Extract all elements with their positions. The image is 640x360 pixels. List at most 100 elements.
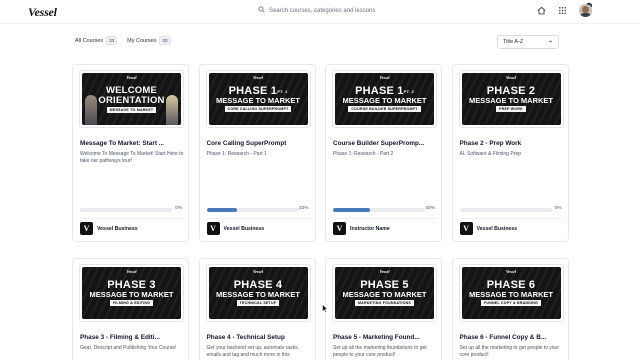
course-grid: Vessel WELCOME ORIENTATION MESSAGE TO MA… [72,64,569,360]
course-thumbnail: Vessel PHASE 1PT. 1 MESSAGE TO MARKET CO… [205,70,311,128]
course-title: Course Builder SuperPromp... [333,140,425,147]
course-thumbnail: Vessel PHASE 2 MESSAGE TO MARKET PREP WO… [458,70,564,128]
thumb-tag: TECHNICAL SETUP [236,300,280,306]
progress-bar [80,208,172,212]
thumb-brand: Vessel [253,75,263,80]
presenter-figure [85,95,97,125]
search-input[interactable]: Search courses, categories and lessons [269,8,375,14]
course-card[interactable]: Vessel PHASE 1PT. 2 MESSAGE TO MARKET CO… [325,64,442,242]
thumb-tag: COURSE BUILDER SUPERPROMPT [348,106,421,112]
filter-all-label: All Courses [75,37,104,44]
progress-fill [333,208,370,212]
progress-percent: 40% [425,206,435,211]
course-card[interactable]: Vessel WELCOME ORIENTATION MESSAGE TO MA… [72,64,189,242]
course-card[interactable]: Vessel PHASE 6 MESSAGE TO MARKET FUNNEL … [451,258,569,360]
thumb-tag: MARKETING FOUNDATIONS [354,300,415,306]
course-filters: All Courses 33 My Courses 33 [75,36,171,45]
course-thumbnail: Vessel PHASE 5 MESSAGE TO MARKET MARKETI… [332,264,437,322]
author-name: Vessel Business [476,225,518,232]
progress-percent: 0% [554,206,562,211]
thumb-tag: CORE CALLING SUPERPROMPT [224,106,292,112]
chevron-down-icon [548,39,553,46]
thumb-part: PT. 2 [403,89,414,94]
thumb-tag: FILMING & EDITING [109,300,154,306]
thumb-subhead: MESSAGE TO MARKET [342,96,427,105]
course-title: Phase 6 - Funnel Copy & B... [459,334,547,341]
brand-logo[interactable]: Vessel [28,5,57,20]
thumbnail-image: Vessel PHASE 4 MESSAGE TO MARKET TECHNIC… [208,267,308,319]
course-author: V Vessel Business [80,218,184,235]
author-logo-icon: V [459,222,473,235]
course-card[interactable]: Vessel PHASE 5 MESSAGE TO MARKET MARKETI… [325,258,442,360]
thumb-subhead: MESSAGE TO MARKET [89,290,174,299]
thumb-part: PT. 1 [277,89,288,94]
course-card[interactable]: Vessel PHASE 1PT. 1 MESSAGE TO MARKET CO… [198,64,316,242]
filter-all-courses[interactable]: All Courses 33 [75,36,118,45]
course-title: Phase 2 - Prep Work [459,140,522,147]
course-title: Phase 3 - Filming & Editi... [80,334,160,341]
filter-my-label: My Courses [127,37,157,44]
course-description: Set up all the marketing to get people t… [459,345,560,358]
author-name: Instructor Name [350,225,390,232]
search-icon [258,6,265,15]
thumbnail-image: Vessel PHASE 1PT. 1 MESSAGE TO MARKET CO… [208,73,308,125]
top-bar: Vessel Search courses, categories and le… [0,0,640,24]
thumbnail-image: Vessel PHASE 2 MESSAGE TO MARKET PREP WO… [461,73,561,125]
thumb-subhead: MESSAGE TO MARKET [468,96,554,105]
thumb-brand: Vessel [379,75,390,80]
progress-bar [459,208,552,212]
thumb-tag: PREP WORK [496,106,526,112]
course-thumbnail: Vessel PHASE 1PT. 2 MESSAGE TO MARKET CO… [332,70,437,128]
course-title: Core Calling SuperPrompt [206,140,287,147]
course-author: V Vessel Business [459,218,564,235]
course-description: Phase 1: Research - Part 1 [206,151,267,157]
course-card[interactable]: Vessel PHASE 2 MESSAGE TO MARKET PREP WO… [451,64,569,242]
thumb-tag: FUNNEL COPY & BRANDING [481,300,541,306]
course-description: Get your backend set up, automate tasks,… [206,345,300,358]
search-bar[interactable]: Search courses, categories and lessons [258,6,375,15]
progress-percent: 0% [175,206,182,211]
course-thumbnail: Vessel PHASE 3 MESSAGE TO MARKET FILMING… [79,264,184,322]
course-title: Phase 4 - Technical Setup [206,334,285,341]
thumbnail-image: Vessel PHASE 3 MESSAGE TO MARKET FILMING… [82,267,181,319]
course-description: Phase 1: Research - Part 2 [333,151,394,157]
course-description: AI, Software & Filming Prep [459,151,521,157]
avatar-face [582,6,589,13]
mouse-cursor-icon [322,304,328,313]
course-card[interactable]: Vessel PHASE 3 MESSAGE TO MARKET FILMING… [72,258,189,360]
thumb-brand: Vessel [506,75,516,80]
course-card[interactable]: Vessel PHASE 4 MESSAGE TO MARKET TECHNIC… [198,258,316,360]
filter-all-count: 33 [106,36,118,45]
thumbnail-image: Vessel PHASE 5 MESSAGE TO MARKET MARKETI… [335,267,434,319]
thumb-tag: MESSAGE TO MARKET [106,106,157,113]
sort-dropdown[interactable]: Title A-Z [497,35,559,49]
course-thumbnail: Vessel WELCOME ORIENTATION MESSAGE TO MA… [79,70,184,128]
thumb-subhead: MESSAGE TO MARKET [468,290,554,299]
thumb-subhead: MESSAGE TO MARKET [215,96,301,105]
presenter-figure [166,95,178,125]
course-description: Welcome To Message To Market! Start Here… [80,151,184,164]
filter-my-courses[interactable]: My Courses 33 [127,36,171,45]
thumb-headline: WELCOME [105,84,157,96]
course-description: Set up all the marketing foundations to … [333,345,427,358]
course-author: V Instructor Name [333,218,437,235]
thumb-subhead: MESSAGE TO MARKET [215,290,301,299]
course-description: Gear, Descript and Publishing Your Cours… [80,345,177,351]
thumb-brand: Vessel [126,269,137,274]
home-icon[interactable] [537,6,546,15]
author-name: Vessel Business [223,225,265,232]
course-thumbnail: Vessel PHASE 6 MESSAGE TO MARKET FUNNEL … [458,264,564,322]
progress-percent: 33% [298,206,309,211]
course-title: Phase 5 - Marketing Found... [333,334,420,341]
thumbnail-image: Vessel PHASE 6 MESSAGE TO MARKET FUNNEL … [461,267,561,319]
user-avatar[interactable] [579,4,592,17]
thumb-brand: Vessel [126,75,137,80]
thumbnail-image: Vessel WELCOME ORIENTATION MESSAGE TO MA… [82,73,181,125]
author-logo-icon: V [80,222,93,235]
progress-bar [206,208,299,212]
avatar-body [580,13,591,17]
thumb-brand: Vessel [506,269,516,274]
course-author: V Vessel Business [206,218,311,235]
apps-grid-icon[interactable] [558,6,567,15]
thumb-headline-2: ORIENTATION [98,94,165,106]
